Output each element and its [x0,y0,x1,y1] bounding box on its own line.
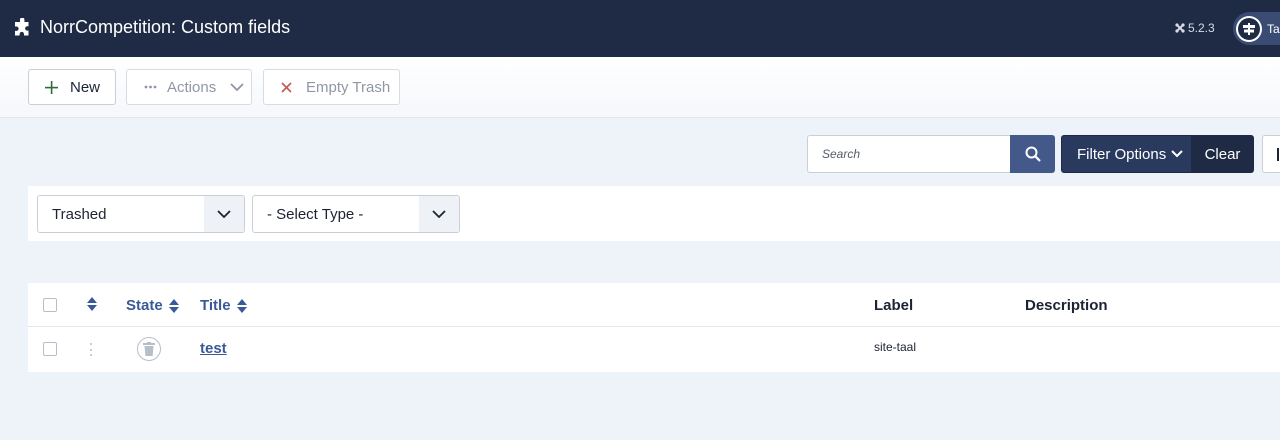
row-label: site-taal [874,340,917,354]
signpost-icon [1243,22,1255,35]
sort-icon [168,299,179,314]
search-button[interactable] [1010,135,1055,173]
fields-table: State Title Label Description test site-… [28,283,1280,372]
chevron-down-icon [1171,150,1183,158]
sort-icon [236,299,247,314]
chevron-down-icon [419,196,459,232]
new-button[interactable]: New [28,69,116,105]
user-name: Ta [1267,21,1280,36]
type-filter-select[interactable]: - Select Type - [252,195,460,233]
close-icon [281,81,292,93]
filter-options-label: Filter Options [1077,145,1167,163]
version-text: 5.2.3 [1188,21,1215,35]
empty-trash-button[interactable]: Empty Trash [263,69,400,105]
state-filter-select[interactable]: Trashed [37,195,245,233]
empty-trash-label: Empty Trash [306,78,391,96]
plus-icon [45,80,58,94]
chevron-down-icon [204,196,244,232]
label-column-header: Label [874,297,914,314]
state-column-header[interactable]: State [126,297,179,314]
type-filter-value: - Select Type - [267,205,364,223]
state-column-label: State [126,297,163,314]
row-checkbox[interactable] [43,342,57,356]
page-title: NorrCompetition: Custom fields [40,17,291,37]
title-column-label: Title [200,297,231,314]
table-row: test site-taal [28,327,1280,372]
drag-handle-icon[interactable] [90,343,92,356]
clear-button[interactable]: Clear [1191,135,1254,173]
actions-label: Actions [167,78,217,96]
version-indicator[interactable]: 5.2.3 [1175,21,1215,35]
row-title-link[interactable]: test [200,340,227,357]
state-filter-value: Trashed [52,205,107,223]
toolbar: New Actions Empty Trash [0,57,1280,118]
ellipsis-icon [144,85,157,89]
actions-dropdown[interactable]: Actions [126,69,252,105]
title-column-header[interactable]: Title [200,297,247,314]
list-options-button[interactable] [1262,135,1280,173]
avatar [1236,15,1262,42]
search-icon [1025,146,1041,162]
search-input[interactable] [807,135,1011,173]
select-all-checkbox[interactable] [43,298,57,312]
new-button-label: New [70,78,101,96]
clear-label: Clear [1204,145,1241,163]
filter-bar: Trashed - Select Type - [28,186,1280,241]
table-header: State Title Label Description [28,283,1280,327]
chevron-down-icon [230,83,244,91]
sort-icon [87,297,97,311]
user-menu[interactable]: Ta [1233,12,1280,45]
trash-state-icon[interactable] [137,337,161,361]
ordering-sort[interactable] [87,297,97,315]
top-header: NorrCompetition: Custom fields 5.2.3 Ta [0,0,1280,57]
filter-options-button[interactable]: Filter Options [1061,135,1192,173]
list-options-icon [1277,148,1279,161]
description-column-header: Description [1025,297,1108,314]
joomla-icon [1175,23,1185,33]
puzzle-icon [15,18,29,36]
